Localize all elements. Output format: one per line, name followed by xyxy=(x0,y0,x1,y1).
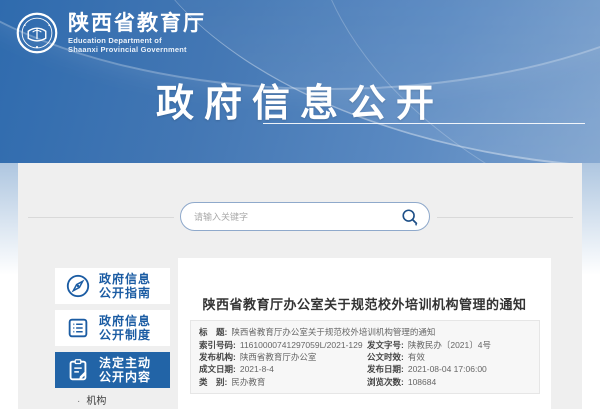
bullet: · xyxy=(77,396,80,407)
meta-label-validity: 公文时效: xyxy=(367,351,404,363)
meta-value-views: 108684 xyxy=(408,377,436,387)
compass-icon xyxy=(65,273,91,299)
divider-line xyxy=(28,217,174,218)
title-underline xyxy=(263,123,585,124)
meta-value-category: 民办教育 xyxy=(231,376,265,388)
meta-label-index-number: 索引号码: xyxy=(199,339,236,351)
meta-value-publisher: 陕西省教育厅办公室 xyxy=(240,351,317,363)
search-button[interactable] xyxy=(399,203,429,230)
search-bar xyxy=(180,202,430,231)
meta-label-written-date: 成文日期: xyxy=(199,363,236,375)
sidebar-item-disclosure-system[interactable]: 政府信息 公开制度 xyxy=(55,310,170,346)
meta-row-category: 类 别: 民办教育 浏览次数: 108684 xyxy=(199,376,531,388)
meta-value-doc-number: 陕教民办〔2021〕4号 xyxy=(408,339,491,351)
brand-text: 陕西省教育厅 Education Department of Shaanxi P… xyxy=(68,12,206,54)
sidebar-subitem-label: 机构 xyxy=(86,396,106,407)
article-title: 陕西省教育厅办公室关于规范校外培训机构管理的通知 xyxy=(178,294,551,313)
government-seal-icon xyxy=(16,12,58,54)
document-list-icon xyxy=(65,315,91,341)
sidebar-item-label: 公开指南 xyxy=(99,286,151,300)
sidebar-item-label: 法定主动 xyxy=(99,356,151,370)
header-banner: 陕西省教育厅 Education Department of Shaanxi P… xyxy=(0,0,600,163)
meta-label-publisher: 发布机构: xyxy=(199,351,236,363)
sidebar-item-label: 公开制度 xyxy=(99,328,151,342)
sidebar-item-label: 公开内容 xyxy=(99,370,151,384)
org-name-cn: 陕西省教育厅 xyxy=(68,12,206,36)
meta-value-index-number: 11610000741297059L/2021-129 xyxy=(240,340,363,350)
search-icon xyxy=(401,208,419,226)
meta-row-title: 标 题: 陕西省教育厅办公室关于规范校外培训机构管理的通知 xyxy=(199,326,531,338)
sidebar-subitem-organization[interactable]: · 机构 xyxy=(55,392,170,407)
search-input[interactable] xyxy=(181,212,399,222)
meta-label-doc-number: 发文字号: xyxy=(367,339,404,351)
meta-label-views: 浏览次数: xyxy=(367,376,404,388)
clipboard-pen-icon xyxy=(65,357,91,383)
sidebar-item-statutory-disclosure[interactable]: 法定主动 公开内容 xyxy=(55,352,170,388)
meta-label-category: 类 别: xyxy=(199,376,227,388)
meta-value-title: 陕西省教育厅办公室关于规范校外培训机构管理的通知 xyxy=(231,326,435,338)
article-panel: 陕西省教育厅办公室关于规范校外培训机构管理的通知 标 题: 陕西省教育厅办公室关… xyxy=(178,258,551,409)
org-name-en-line2: Shaanxi Provincial Government xyxy=(68,45,206,54)
article-meta-table: 标 题: 陕西省教育厅办公室关于规范校外培训机构管理的通知 索引号码: 1161… xyxy=(190,320,540,394)
meta-value-validity: 有效 xyxy=(408,351,425,363)
meta-label-publish-date: 发布日期: xyxy=(367,363,404,375)
meta-label-title: 标 题: xyxy=(199,326,227,338)
meta-row-dates: 成文日期: 2021-8-4 发布日期: 2021-08-04 17:06:00 xyxy=(199,363,531,375)
meta-value-written-date: 2021-8-4 xyxy=(240,364,274,374)
meta-row-publisher: 发布机构: 陕西省教育厅办公室 公文时效: 有效 xyxy=(199,351,531,363)
meta-row-index: 索引号码: 11610000741297059L/2021-129 发文字号: … xyxy=(199,338,531,350)
org-name-en-line1: Education Department of xyxy=(68,36,206,45)
meta-value-publish-date: 2021-08-04 17:06:00 xyxy=(408,364,487,374)
sidebar-item-label: 政府信息 xyxy=(99,314,151,328)
page-title: 政府信息公开 xyxy=(0,72,600,127)
sidebar-item-disclosure-guide[interactable]: 政府信息 公开指南 xyxy=(55,268,170,304)
page: 陕西省教育厅 Education Department of Shaanxi P… xyxy=(0,0,600,409)
divider-line xyxy=(437,217,573,218)
site-brand[interactable]: 陕西省教育厅 Education Department of Shaanxi P… xyxy=(16,12,206,54)
sidebar-item-label: 政府信息 xyxy=(99,272,151,286)
